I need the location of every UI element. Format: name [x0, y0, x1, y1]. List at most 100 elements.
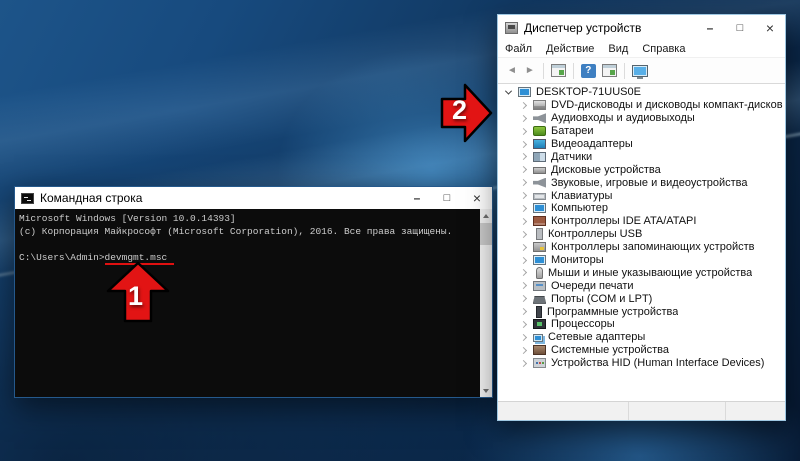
computer-icon: [533, 203, 546, 213]
tree-item[interactable]: Системные устройства: [498, 344, 785, 357]
tree-item[interactable]: Мониторы: [498, 254, 785, 267]
processor-icon: [533, 319, 546, 329]
minimize-button[interactable]: [695, 15, 725, 40]
chevron-right-icon[interactable]: [520, 269, 527, 276]
hid-device-icon: [533, 358, 546, 368]
tree-item-label: Контроллеры запоминающих устройств: [551, 241, 754, 253]
step-2-arrow: 2: [440, 81, 493, 146]
chevron-right-icon[interactable]: [520, 102, 527, 109]
chevron-right-icon[interactable]: [520, 282, 527, 289]
console-blank-line: [19, 238, 478, 251]
tree-item[interactable]: Датчики: [498, 150, 785, 163]
tree-item[interactable]: Программные устройства: [498, 305, 785, 318]
chevron-right-icon[interactable]: [520, 334, 527, 341]
computer-icon: [518, 87, 531, 97]
chevron-right-icon[interactable]: [520, 115, 527, 122]
tree-item[interactable]: DVD-дисководы и дисководы компакт-дисков: [498, 99, 785, 112]
sensor-icon: [533, 152, 546, 162]
console-output[interactable]: Microsoft Windows [Version 10.0.14393](c…: [15, 209, 492, 397]
scrollbar-thumb[interactable]: [480, 223, 492, 245]
chevron-right-icon[interactable]: [520, 347, 527, 354]
tree-item-label: Системные устройства: [551, 344, 669, 356]
chevron-right-icon[interactable]: [520, 244, 527, 251]
close-button[interactable]: [462, 187, 492, 209]
chevron-right-icon[interactable]: [520, 153, 527, 160]
tree-item[interactable]: Видеоадаптеры: [498, 138, 785, 151]
chevron-right-icon[interactable]: [520, 218, 527, 225]
video-adapter-icon: [533, 139, 546, 149]
tree-item[interactable]: Контроллеры IDE ATA/ATAPI: [498, 215, 785, 228]
chevron-right-icon[interactable]: [520, 231, 527, 238]
status-bar: [498, 401, 785, 420]
console-scrollbar[interactable]: [480, 209, 492, 397]
tree-item[interactable]: Контроллеры USB: [498, 228, 785, 241]
chevron-down-icon[interactable]: [505, 87, 512, 94]
tree-item[interactable]: Батареи: [498, 125, 785, 138]
tree-item[interactable]: Процессоры: [498, 318, 785, 331]
devmgr-titlebar[interactable]: Диспетчер устройств: [498, 15, 785, 40]
tree-item-label: Программные устройства: [547, 306, 678, 318]
forward-icon[interactable]: [521, 65, 539, 76]
ports-icon: [533, 296, 546, 304]
tree-item[interactable]: Дисковые устройства: [498, 163, 785, 176]
back-icon[interactable]: [503, 65, 521, 76]
monitor-icon: [533, 255, 546, 265]
tree-item[interactable]: Клавиатуры: [498, 189, 785, 202]
dvd-drive-icon: [533, 100, 546, 110]
scroll-up-icon[interactable]: [480, 209, 492, 222]
tree-item-label: Контроллеры IDE ATA/ATAPI: [551, 215, 696, 227]
chevron-right-icon[interactable]: [520, 256, 527, 263]
chevron-right-icon[interactable]: [520, 308, 527, 315]
chevron-right-icon[interactable]: [520, 140, 527, 147]
toolbar-separator: [543, 63, 544, 79]
menu-action[interactable]: Действие: [546, 43, 594, 55]
help-icon[interactable]: [581, 64, 596, 78]
print-queue-icon: [533, 281, 546, 291]
menu-help[interactable]: Справка: [642, 43, 685, 55]
toolbar-separator: [624, 63, 625, 79]
chevron-right-icon[interactable]: [520, 295, 527, 302]
minimize-button[interactable]: [402, 187, 432, 209]
tree-item[interactable]: Устройства HID (Human Interface Devices): [498, 357, 785, 370]
maximize-button[interactable]: [725, 15, 755, 40]
menu-bar: Файл Действие Вид Справка: [498, 40, 785, 58]
tree-item-label: Видеоадаптеры: [551, 138, 633, 150]
chevron-right-icon[interactable]: [520, 128, 527, 135]
tree-item-label: Мыши и иные указывающие устройства: [548, 267, 752, 279]
battery-icon: [533, 126, 546, 136]
chevron-right-icon[interactable]: [520, 179, 527, 186]
chevron-right-icon[interactable]: [520, 166, 527, 173]
devmgr-window-title: Диспетчер устройств: [524, 21, 641, 35]
tree-item-label: Устройства HID (Human Interface Devices): [551, 357, 764, 369]
cmd-titlebar[interactable]: Командная строка: [15, 187, 492, 209]
status-cell: [726, 402, 785, 420]
chevron-right-icon[interactable]: [520, 360, 527, 367]
close-button[interactable]: [755, 15, 785, 40]
tree-item[interactable]: Порты (COM и LPT): [498, 292, 785, 305]
tree-item[interactable]: Очереди печати: [498, 279, 785, 292]
scroll-down-icon[interactable]: [480, 384, 492, 397]
chevron-right-icon[interactable]: [520, 192, 527, 199]
menu-file[interactable]: Файл: [505, 43, 532, 55]
keyboard-icon: [533, 193, 546, 200]
tree-item[interactable]: Аудиовходы и аудиовыходы: [498, 112, 785, 125]
tree-item[interactable]: Контроллеры запоминающих устройств: [498, 241, 785, 254]
device-tree: DESKTOP-71UUS0E DVD-дисководы и дисковод…: [498, 84, 785, 401]
tree-item[interactable]: Компьютер: [498, 202, 785, 215]
computer-scan-icon[interactable]: [632, 65, 648, 77]
console-tree-icon[interactable]: [551, 64, 566, 77]
tree-item-label: Мониторы: [551, 254, 604, 266]
toolbar-separator: [573, 63, 574, 79]
tree-item[interactable]: Сетевые адаптеры: [498, 331, 785, 344]
toolbar: [498, 58, 785, 84]
tree-item[interactable]: Звуковые, игровые и видеоустройства: [498, 176, 785, 189]
storage-controller-icon: [533, 242, 546, 252]
console-prompt-line: C:\Users\Admin>devmgmt.msc: [19, 251, 478, 264]
tree-root[interactable]: DESKTOP-71UUS0E: [498, 86, 785, 99]
tree-item[interactable]: Мыши и иные указывающие устройства: [498, 266, 785, 279]
maximize-button[interactable]: [432, 187, 462, 209]
menu-view[interactable]: Вид: [608, 43, 628, 55]
properties-icon[interactable]: [602, 64, 617, 77]
chevron-right-icon[interactable]: [520, 321, 527, 328]
chevron-right-icon[interactable]: [520, 205, 527, 212]
